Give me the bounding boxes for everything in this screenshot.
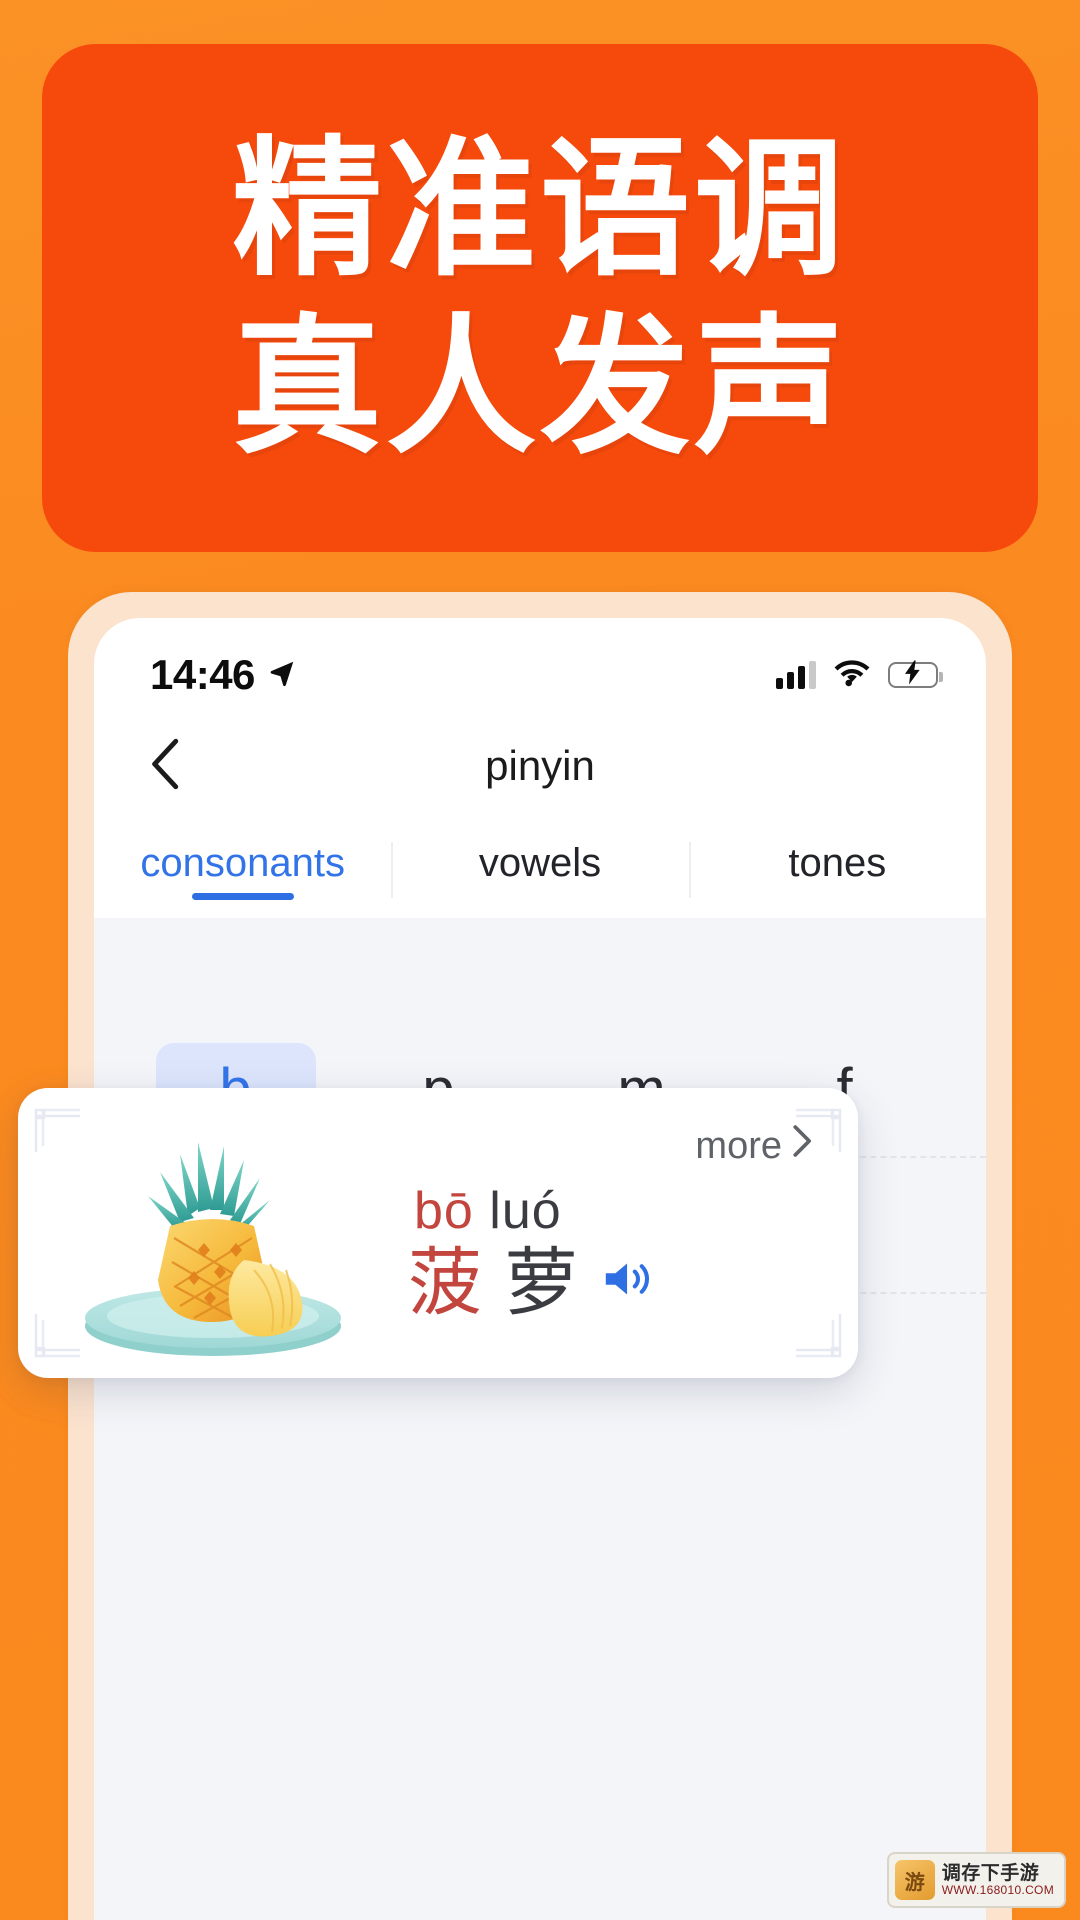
tab-consonants-label: consonants bbox=[140, 840, 345, 885]
promo-banner: 精准语调 真人发声 bbox=[42, 44, 1038, 552]
location-arrow-icon bbox=[267, 658, 297, 693]
cellular-signal-icon bbox=[776, 661, 816, 689]
watermark-url: WWW.168010.COM bbox=[941, 1882, 1054, 1897]
status-bar-right bbox=[776, 659, 943, 692]
battery-charging-icon bbox=[888, 660, 943, 688]
watermark-badge-icon: 游 bbox=[894, 1860, 935, 1900]
hanzi-line: 菠 萝 bbox=[408, 1240, 658, 1327]
status-bar-time: 14:46 bbox=[150, 651, 255, 698]
watermark-text: 调存下手游 WWW.168010.COM bbox=[941, 1862, 1054, 1897]
tab-consonants[interactable]: consonants bbox=[94, 822, 391, 918]
watermark-title: 调存下手游 bbox=[941, 1862, 1040, 1884]
tab-indicator-inactive bbox=[489, 893, 591, 900]
tab-tones-label: tones bbox=[788, 840, 887, 885]
speaker-volume-icon[interactable] bbox=[600, 1255, 658, 1308]
pinyin-syllable-1: bō bbox=[414, 1182, 474, 1241]
content-area: b p m f d t bbox=[94, 918, 986, 1920]
tab-tones[interactable]: tones bbox=[688, 822, 986, 918]
promo-headline-line-2: 真人发声 bbox=[231, 303, 848, 471]
tab-vowels-label: vowels bbox=[478, 840, 602, 885]
promo-headline-line-1: 精准语调 bbox=[231, 125, 848, 293]
hanzi-char-1: 菠 bbox=[408, 1240, 482, 1327]
word-card-inner: bō luó 菠 萝 bbox=[18, 1142, 858, 1364]
status-bar: 14:46 bbox=[94, 618, 986, 710]
pinyin-line: bō luó bbox=[414, 1181, 562, 1241]
page-title: pinyin bbox=[485, 742, 595, 789]
tab-indicator-inactive bbox=[786, 893, 888, 900]
status-bar-left: 14:46 bbox=[150, 651, 297, 699]
pinyin-syllable-2: luó bbox=[489, 1182, 562, 1241]
back-button[interactable] bbox=[138, 738, 194, 794]
tab-active-indicator bbox=[191, 892, 294, 900]
hanzi-char-2: 萝 bbox=[504, 1240, 578, 1327]
chevron-left-icon bbox=[149, 738, 183, 795]
pineapple-illustration bbox=[18, 1138, 408, 1368]
wifi-icon bbox=[833, 659, 871, 692]
word-detail-card: more bō luó 菠 萝 bbox=[18, 1088, 858, 1378]
tab-bar: consonants vowels tones bbox=[94, 822, 986, 918]
nav-bar: pinyin bbox=[94, 710, 986, 822]
word-text-block: bō luó 菠 萝 bbox=[408, 1181, 858, 1324]
site-watermark: 游 调存下手游 WWW.168010.COM bbox=[886, 1852, 1066, 1908]
tab-vowels[interactable]: vowels bbox=[391, 822, 688, 918]
